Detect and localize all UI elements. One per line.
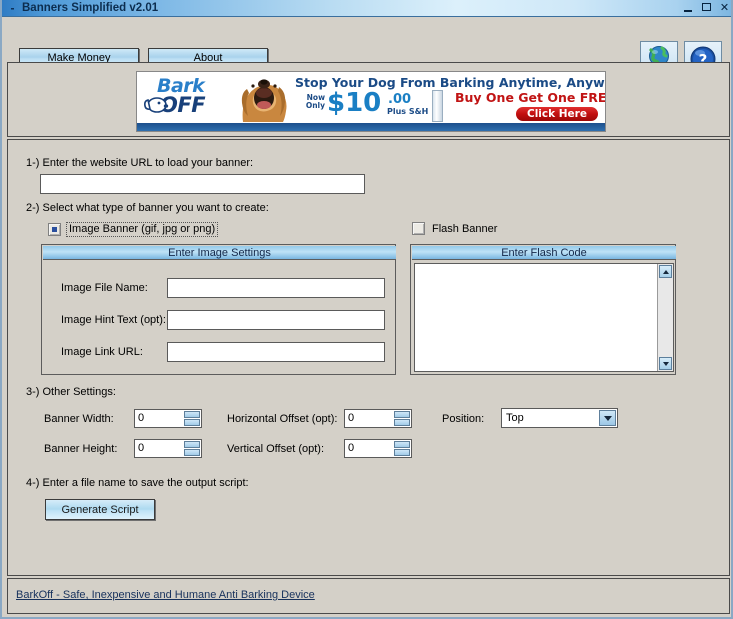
dash-icon: -: [10, 1, 15, 15]
vertical-offset-value: 0: [348, 442, 355, 454]
flash-code-scrollbar[interactable]: [657, 264, 673, 371]
barkoff-logo: Bark OFF: [143, 74, 239, 120]
dog-head-icon: [144, 97, 169, 113]
image-file-name-input[interactable]: [167, 278, 385, 298]
banner-width-label: Banner Width:: [44, 413, 114, 425]
image-hint-input[interactable]: [167, 310, 385, 330]
banner-ad-panel: Bark OFF Stop Your Dog From Barking Anyt…: [7, 62, 730, 137]
flash-banner-checkbox[interactable]: [412, 222, 425, 235]
ad-shipping-note: Plus S&H: [387, 107, 429, 116]
status-bar: BarkOff - Safe, Inexpensive and Humane A…: [7, 578, 730, 614]
image-settings-title: Enter Image Settings: [43, 246, 396, 260]
product-device-image: [432, 90, 443, 122]
generate-script-button[interactable]: Generate Script: [45, 499, 155, 520]
image-link-url-input[interactable]: [167, 342, 385, 362]
spin-up-icon[interactable]: [184, 411, 200, 418]
main-form-panel: 1-) Enter the website URL to load your b…: [7, 139, 730, 576]
scroll-down-icon[interactable]: [659, 357, 672, 370]
horizontal-offset-stepper[interactable]: 0: [344, 409, 412, 428]
flash-code-title: Enter Flash Code: [412, 246, 676, 260]
step3-label: 3-) Other Settings:: [26, 386, 116, 398]
advertisement[interactable]: Bark OFF Stop Your Dog From Barking Anyt…: [136, 71, 606, 132]
horizontal-offset-value: 0: [348, 412, 355, 424]
vertical-offset-spin-buttons[interactable]: [394, 441, 410, 456]
image-file-name-label: Image File Name:: [61, 282, 148, 294]
minimize-button[interactable]: [682, 1, 695, 14]
barkoff-status-link[interactable]: BarkOff - Safe, Inexpensive and Humane A…: [16, 589, 315, 601]
flash-code-group: Enter Flash Code: [410, 244, 676, 375]
image-banner-radio-row[interactable]: Image Banner (gif, jpg or png): [48, 222, 219, 237]
spin-down-icon[interactable]: [394, 419, 410, 426]
banner-width-value: 0: [138, 412, 145, 424]
image-banner-radio[interactable]: [48, 223, 61, 236]
maximize-button[interactable]: [700, 1, 713, 14]
step2-label: 2-) Select what type of banner you want …: [26, 202, 269, 214]
horizontal-offset-spin-buttons[interactable]: [394, 411, 410, 426]
click-here-button[interactable]: Click Here: [515, 106, 599, 122]
chevron-down-icon[interactable]: [599, 410, 616, 426]
position-value: Top: [506, 412, 524, 424]
spin-down-icon[interactable]: [394, 449, 410, 456]
banner-height-stepper[interactable]: 0: [134, 439, 202, 458]
toolbar: Make Money About ?: [2, 17, 731, 76]
window-title: Banners Simplified v2.01: [22, 2, 159, 14]
banner-width-spin-buttons[interactable]: [184, 411, 200, 426]
window-controls: ✕: [682, 1, 731, 14]
website-url-input[interactable]: [40, 174, 365, 194]
title-bar: - Banners Simplified v2.01 ✕: [2, 0, 731, 17]
ad-footer-bar: [137, 123, 605, 131]
spin-up-icon[interactable]: [394, 441, 410, 448]
spin-up-icon[interactable]: [394, 411, 410, 418]
flash-banner-checkbox-row[interactable]: Flash Banner: [412, 222, 497, 235]
image-settings-group: Enter Image Settings Image File Name: Im…: [41, 244, 396, 375]
spin-down-icon[interactable]: [184, 419, 200, 426]
banner-height-spin-buttons[interactable]: [184, 441, 200, 456]
horizontal-offset-label: Horizontal Offset (opt):: [227, 413, 338, 425]
ad-price: $10: [327, 88, 382, 118]
application-window: - Banners Simplified v2.01 ✕ Make Money …: [0, 0, 733, 619]
image-link-url-label: Image Link URL:: [61, 346, 143, 358]
step4-label: 4-) Enter a file name to save the output…: [26, 477, 249, 489]
spin-down-icon[interactable]: [184, 449, 200, 456]
ad-now-only: Now Only: [305, 93, 325, 110]
vertical-offset-stepper[interactable]: 0: [344, 439, 412, 458]
scroll-up-icon[interactable]: [659, 265, 672, 278]
ad-content: Bark OFF Stop Your Dog From Barking Anyt…: [137, 72, 605, 123]
position-dropdown[interactable]: Top: [501, 408, 618, 428]
image-hint-label: Image Hint Text (opt):: [61, 314, 166, 326]
banner-height-label: Banner Height:: [44, 443, 118, 455]
banner-height-value: 0: [138, 442, 145, 454]
image-banner-label: Image Banner (gif, jpg or png): [66, 222, 219, 237]
ad-price-cents: .00: [388, 92, 412, 107]
vertical-offset-label: Vertical Offset (opt):: [227, 443, 325, 455]
flash-code-area[interactable]: [414, 263, 674, 372]
step1-label: 1-) Enter the website URL to load your b…: [26, 157, 254, 169]
dog-photo: [241, 79, 287, 122]
flash-banner-label: Flash Banner: [432, 222, 498, 235]
position-label: Position:: [442, 413, 485, 425]
banner-width-stepper[interactable]: 0: [134, 409, 202, 428]
spin-up-icon[interactable]: [184, 441, 200, 448]
close-button[interactable]: ✕: [718, 1, 731, 14]
ad-bogo-text: Buy One Get One FREE!: [455, 90, 606, 105]
